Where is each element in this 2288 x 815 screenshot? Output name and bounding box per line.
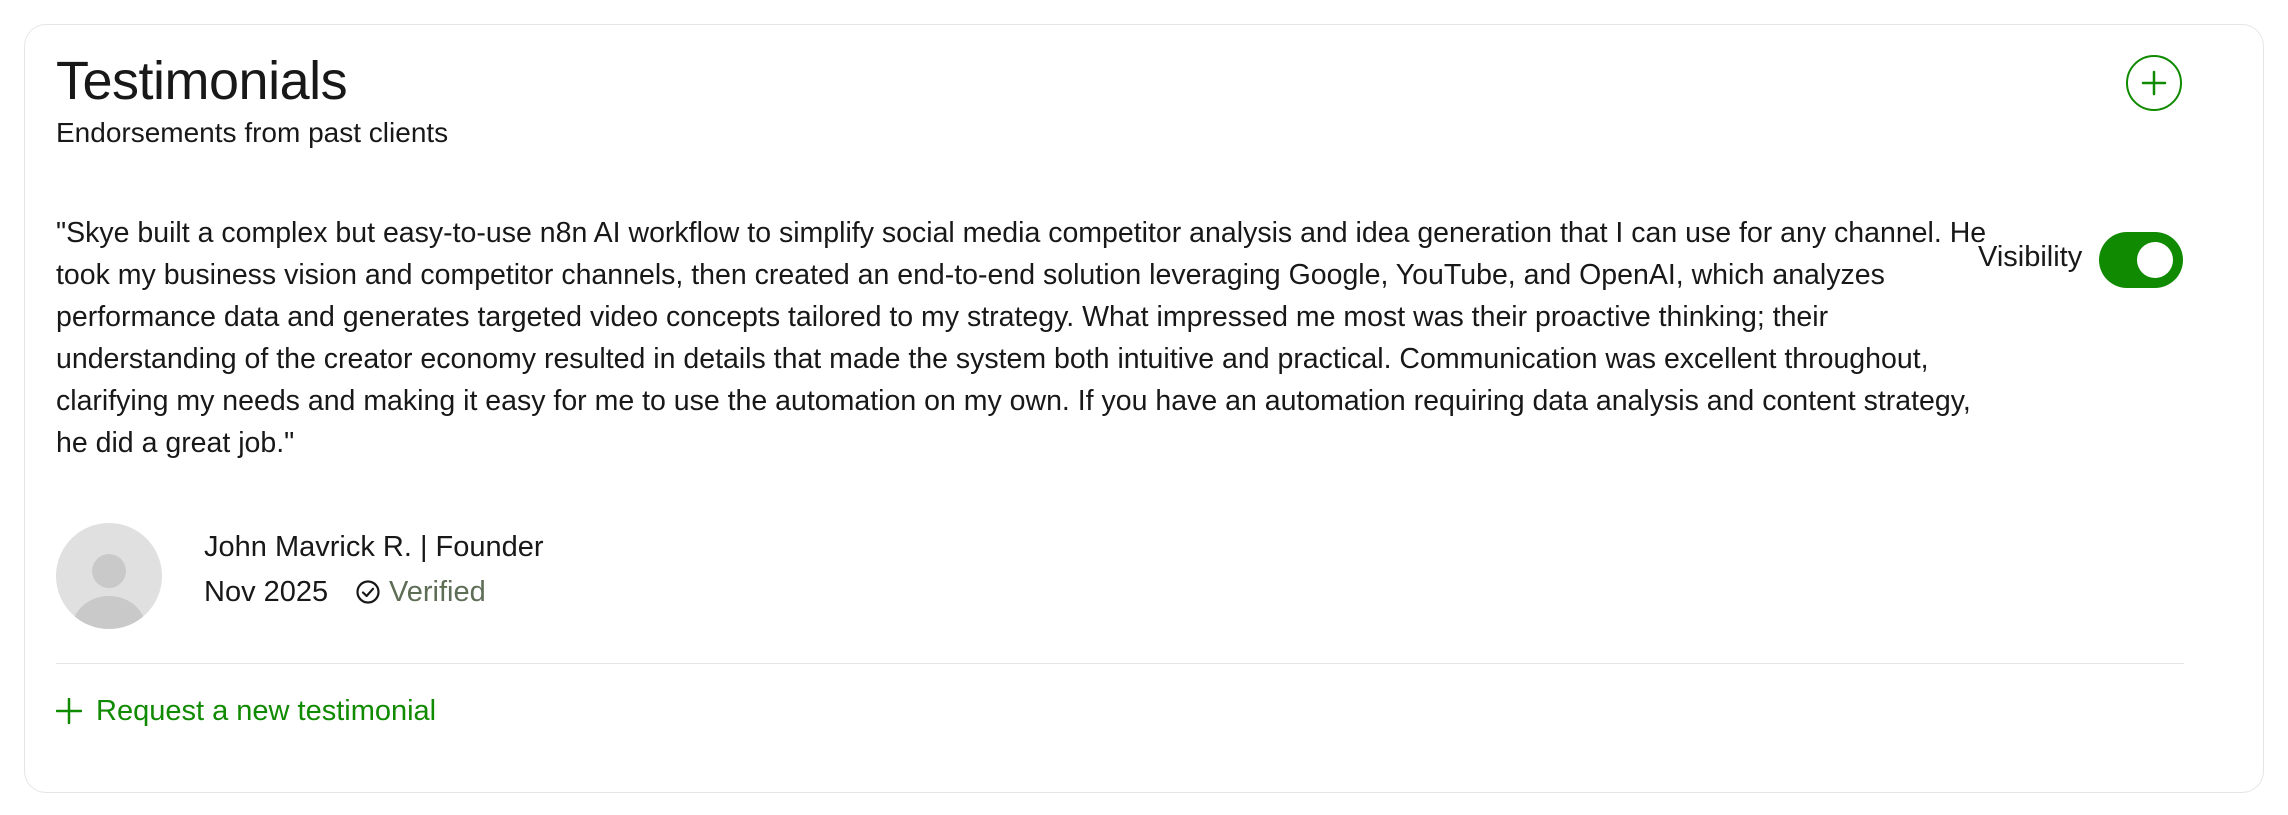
divider xyxy=(56,663,2184,664)
check-circle-icon xyxy=(356,580,380,604)
visibility-label: Visibility xyxy=(1978,241,2083,273)
section-title: Testimonials xyxy=(56,51,348,111)
add-testimonial-button[interactable] xyxy=(2126,55,2182,111)
user-avatar-icon xyxy=(72,554,146,629)
request-testimonial-label: Request a new testimonial xyxy=(96,695,437,727)
request-testimonial-link[interactable]: Request a new testimonial xyxy=(56,694,436,729)
visibility-toggle[interactable] xyxy=(2099,232,2183,288)
testimonial-quote: "Skye built a complex but easy-to-use n8… xyxy=(56,217,1987,459)
plus-circle-icon xyxy=(2141,70,2167,96)
plus-icon xyxy=(56,698,82,725)
testimonial-date: Nov 2025 xyxy=(204,576,329,608)
avatar xyxy=(56,523,162,629)
toggle-knob xyxy=(2137,242,2173,278)
verified-label: Verified xyxy=(389,576,486,608)
verified-badge: Verified xyxy=(355,575,486,610)
section-subtitle: Endorsements from past clients xyxy=(56,117,449,148)
author-name: John Mavrick R. | Founder xyxy=(204,531,544,563)
